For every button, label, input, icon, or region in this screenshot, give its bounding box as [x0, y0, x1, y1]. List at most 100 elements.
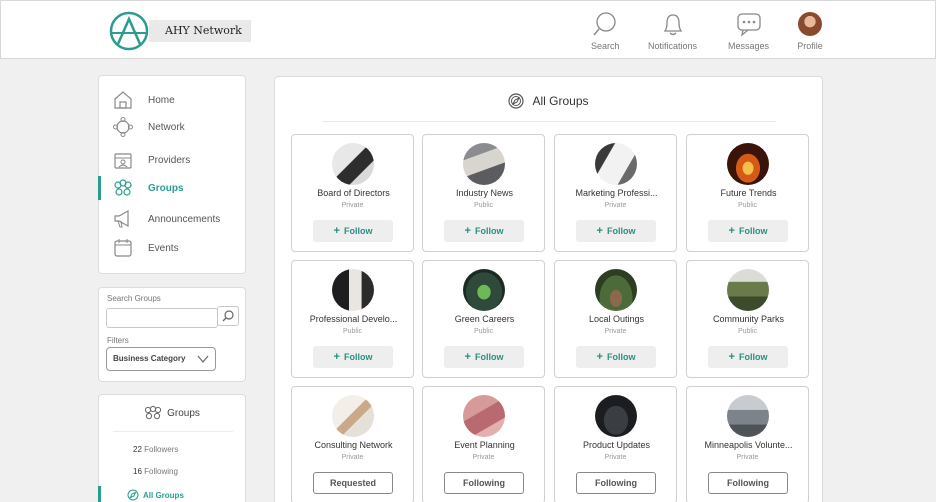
group-name: Local Outings	[588, 314, 645, 324]
group-name: Consulting Network	[314, 440, 393, 450]
following-stat[interactable]: 16 Following	[133, 467, 178, 476]
group-name: Product Updates	[582, 440, 651, 450]
groups-stats-panel: Groups 22 Followers 16 Following All Gro…	[98, 394, 246, 502]
nav-profile[interactable]: Profile	[797, 11, 823, 51]
groups-icon	[113, 178, 133, 198]
sidebar-item-label: Groups	[148, 182, 184, 194]
following-button[interactable]: Following	[708, 472, 788, 494]
group-privacy: Public	[473, 328, 494, 335]
nav-notifications-label: Notifications	[648, 41, 698, 51]
following-button[interactable]: Following	[444, 472, 524, 494]
follow-button[interactable]: + Follow	[708, 220, 788, 242]
all-groups-panel: All Groups Board of Directors Private + F…	[274, 76, 823, 502]
follow-button[interactable]: + Follow	[708, 346, 788, 368]
button-label: Follow	[474, 352, 504, 362]
page-title-text: All Groups	[532, 94, 589, 108]
requested-button[interactable]: Requested	[313, 472, 393, 494]
providers-icon	[113, 150, 133, 170]
sidebar-menu: Home Network Providers Groups Announceme…	[98, 75, 246, 274]
group-card[interactable]: Industry News Public + Follow	[422, 134, 545, 252]
sidebar-item-label: Network	[148, 121, 185, 133]
group-image	[595, 143, 637, 185]
search-input[interactable]	[106, 308, 218, 328]
followers-count: 22	[133, 445, 142, 454]
button-label: Following	[727, 478, 769, 488]
group-privacy: Private	[341, 202, 364, 209]
group-image	[332, 143, 374, 185]
group-card[interactable]: Green Careers Public + Follow	[422, 260, 545, 378]
group-card[interactable]: Board of Directors Private + Follow	[291, 134, 414, 252]
nav-search-label: Search	[591, 41, 620, 51]
chevron-down-icon	[197, 355, 209, 363]
compass-icon	[508, 93, 525, 109]
button-label: Following	[463, 478, 505, 488]
group-image	[595, 269, 637, 311]
group-card[interactable]: Future Trends Public + Follow	[686, 134, 809, 252]
group-name: Board of Directors	[317, 188, 390, 198]
following-button[interactable]: Following	[576, 472, 656, 494]
all-groups-link[interactable]: All Groups	[127, 489, 184, 501]
follow-button[interactable]: + Follow	[576, 346, 656, 368]
plus-icon: +	[728, 225, 735, 237]
group-name: Industry News	[455, 188, 514, 198]
sidebar-item-groups[interactable]: Groups	[98, 176, 245, 200]
group-card[interactable]: Marketing Professi... Private + Follow	[554, 134, 677, 252]
follow-button[interactable]: + Follow	[313, 220, 393, 242]
group-card[interactable]: Event Planning Private Following	[422, 386, 545, 502]
sidebar-item-network[interactable]: Network	[99, 115, 245, 139]
follow-button[interactable]: + Follow	[576, 220, 656, 242]
group-card[interactable]: Consulting Network Private Requested	[291, 386, 414, 502]
sidebar-item-label: Announcements	[148, 213, 221, 225]
sidebar-item-events[interactable]: Events	[99, 236, 245, 260]
following-count: 16	[133, 467, 142, 476]
group-image	[463, 269, 505, 311]
nav-search[interactable]: Search	[591, 11, 620, 51]
group-name: Community Parks	[712, 314, 784, 324]
group-card[interactable]: Professional Develo... Public + Follow	[291, 260, 414, 378]
compass-icon	[127, 489, 139, 501]
group-card[interactable]: Minneapolis Volunte... Private Following	[686, 386, 809, 502]
followers-label: Followers	[144, 445, 179, 454]
follow-button[interactable]: + Follow	[444, 220, 524, 242]
plus-icon: +	[333, 351, 340, 363]
follow-button[interactable]: + Follow	[444, 346, 524, 368]
following-label: Following	[144, 467, 178, 476]
group-privacy: Public	[737, 202, 758, 209]
search-button[interactable]	[217, 306, 239, 326]
sidebar-item-label: Events	[148, 242, 179, 254]
group-image	[727, 395, 769, 437]
search-icon	[592, 11, 618, 37]
group-privacy: Private	[472, 454, 495, 461]
bell-icon	[660, 11, 686, 37]
group-image	[463, 143, 505, 185]
group-card[interactable]: Community Parks Public + Follow	[686, 260, 809, 378]
sidebar-item-home[interactable]: Home	[99, 88, 245, 112]
group-privacy: Public	[737, 328, 758, 335]
sidebar-item-providers[interactable]: Providers	[99, 148, 245, 172]
calendar-icon	[113, 238, 133, 258]
followers-stat[interactable]: 22 Followers	[133, 445, 178, 454]
avatar[interactable]	[798, 12, 822, 36]
follow-button[interactable]: + Follow	[313, 346, 393, 368]
all-groups-label: All Groups	[143, 490, 184, 500]
group-privacy: Public	[342, 328, 363, 335]
group-privacy: Public	[473, 202, 494, 209]
group-card[interactable]: Local Outings Private + Follow	[554, 260, 677, 378]
button-label: Follow	[606, 352, 636, 362]
group-name: Green Careers	[454, 314, 515, 324]
plus-icon: +	[464, 225, 471, 237]
page-title: All Groups	[275, 93, 822, 109]
brand-name[interactable]: AHY Network	[149, 20, 251, 42]
group-image	[332, 269, 374, 311]
nav-messages[interactable]: Messages	[728, 11, 769, 51]
button-label: Follow	[606, 226, 636, 236]
nav-notifications[interactable]: Notifications	[648, 11, 697, 51]
plus-icon: +	[596, 351, 603, 363]
sidebar-item-announcements[interactable]: Announcements	[99, 207, 245, 231]
business-category-select[interactable]: Business Category	[106, 347, 216, 371]
logo-icon[interactable]	[109, 11, 149, 51]
plus-icon: +	[596, 225, 603, 237]
group-image	[727, 269, 769, 311]
network-icon	[113, 117, 133, 137]
group-card[interactable]: Product Updates Private Following	[554, 386, 677, 502]
